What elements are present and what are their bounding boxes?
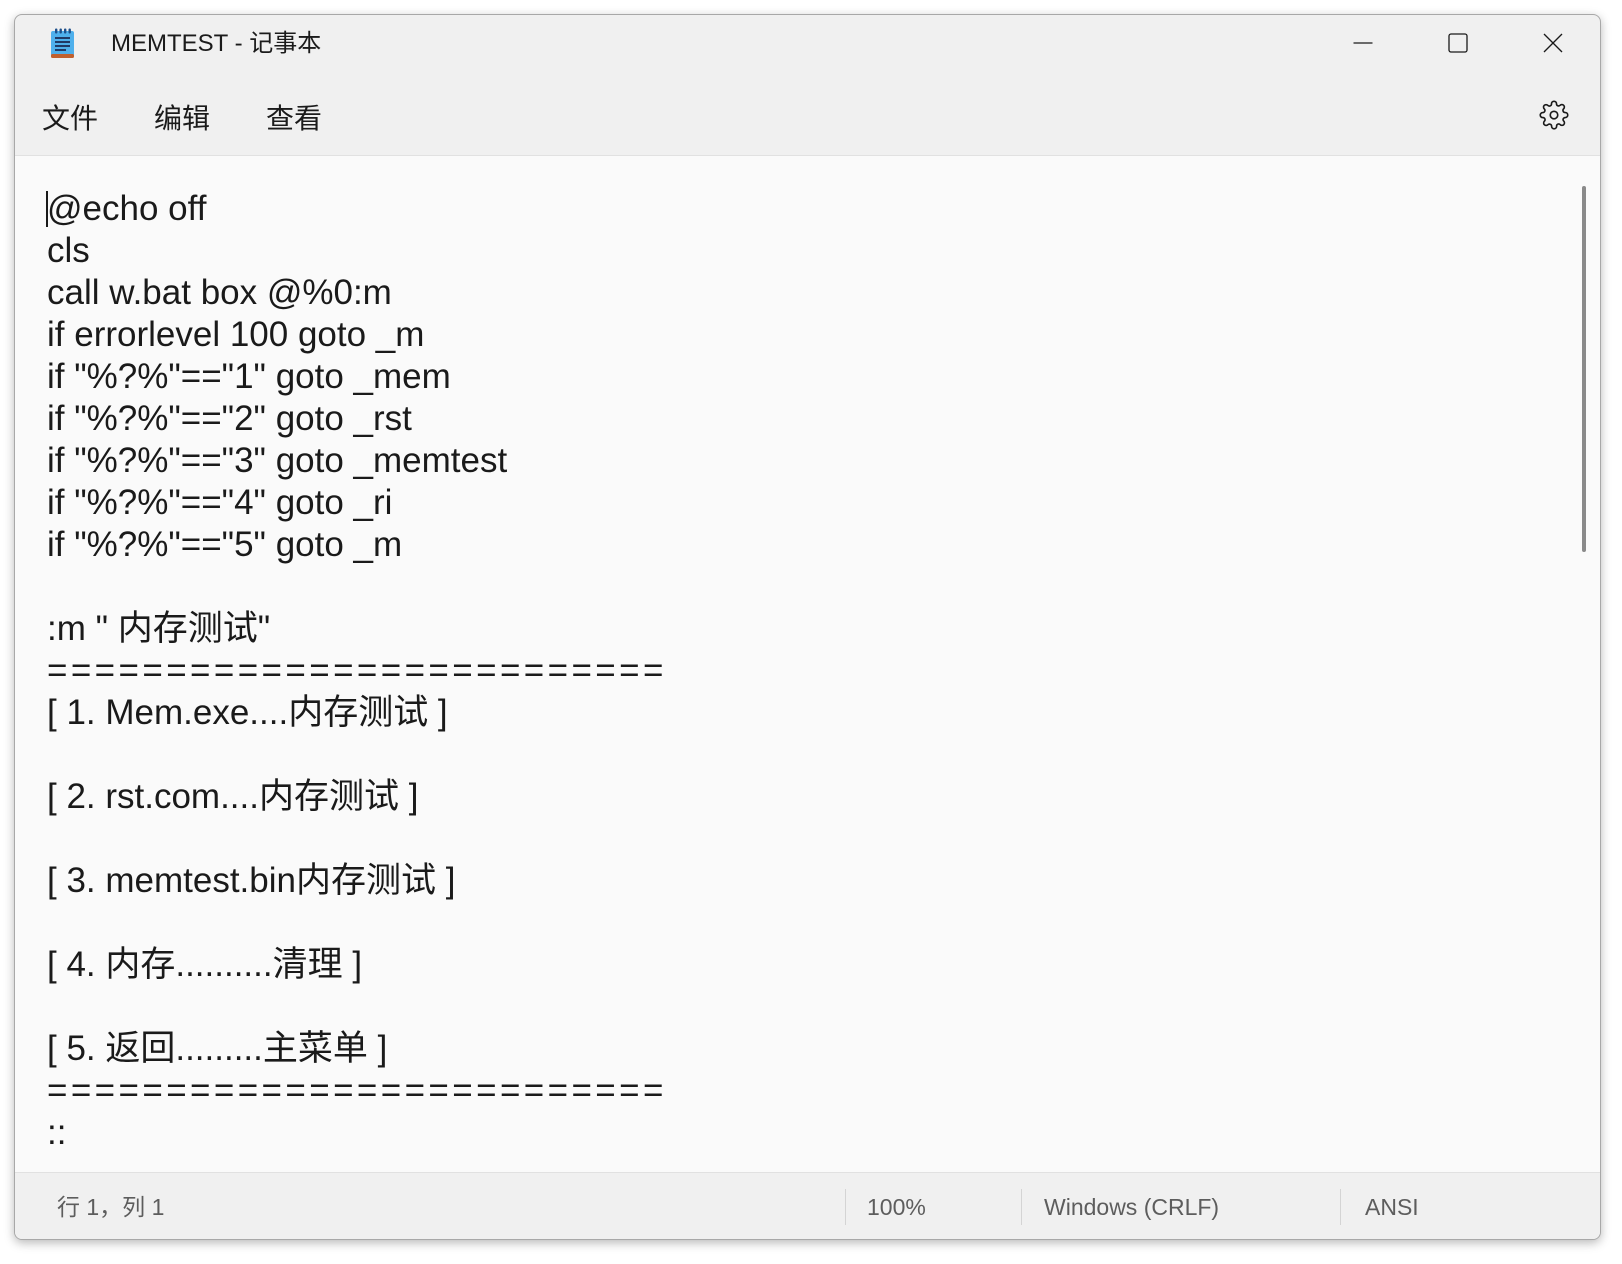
editor-line[interactable]: call w.bat box @%0:m: [47, 272, 1600, 314]
gear-icon-teeth: [1539, 100, 1569, 130]
status-separator: [1340, 1189, 1341, 1225]
notepad-icon-ring: [59, 28, 62, 34]
gear-icon-hub: [1549, 110, 1559, 120]
maximize-button[interactable]: [1410, 15, 1505, 71]
gear-icon: [1539, 100, 1569, 130]
window-controls: [1315, 15, 1600, 71]
window-title: MEMTEST - 记事本: [111, 30, 322, 57]
maximize-icon-stroke: [1447, 33, 1468, 53]
editor-line[interactable]: if "%?%"=="2" goto _rst: [47, 398, 1600, 440]
settings-button[interactable]: [1534, 95, 1574, 135]
editor-line[interactable]: [ 5. 返回.........主菜单 ]: [47, 1028, 1600, 1070]
editor-line[interactable]: cls: [47, 230, 1600, 272]
editor-line[interactable]: [ 2. rst.com....内存测试 ]: [47, 776, 1600, 818]
notepad-window: MEMTEST - 记事本 文件 编辑 查看 @echo off cls cal…: [14, 14, 1601, 1240]
editor-line[interactable]: ==========================: [47, 650, 1600, 692]
text-cursor: [46, 191, 48, 227]
editor-line[interactable]: [47, 734, 1600, 776]
menu-bar: 文件 编辑 查看: [15, 79, 1600, 155]
editor-line[interactable]: [47, 902, 1600, 944]
editor-line[interactable]: [47, 566, 1600, 608]
maximize-icon: [1447, 33, 1468, 53]
editor-line[interactable]: @echo off: [47, 188, 1600, 230]
notepad-icon-line: [55, 41, 70, 43]
editor-line[interactable]: if "%?%"=="5" goto _m: [47, 524, 1600, 566]
vertical-scrollbar-thumb[interactable]: [1582, 186, 1586, 552]
status-separator: [1021, 1189, 1022, 1225]
notepad-icon-graphic: [51, 28, 74, 58]
notepad-icon-ring: [55, 28, 58, 34]
editor-line[interactable]: [47, 818, 1600, 860]
minimize-button[interactable]: [1315, 15, 1410, 71]
notepad-icon-ring: [68, 28, 71, 34]
status-encoding: ANSI: [1365, 1194, 1419, 1220]
notepad-icon-base: [51, 54, 74, 58]
notepad-icon-line: [55, 37, 70, 39]
editor-line[interactable]: if "%?%"=="1" goto _mem: [47, 356, 1600, 398]
menu-edit[interactable]: 编辑: [140, 93, 224, 145]
title-bar[interactable]: MEMTEST - 记事本: [15, 15, 1600, 79]
editor-line[interactable]: if "%?%"=="3" goto _memtest: [47, 440, 1600, 482]
text-editor[interactable]: @echo off cls call w.bat box @%0:m if er…: [15, 155, 1600, 1172]
editor-line[interactable]: :m " 内存测试": [47, 608, 1600, 650]
editor-line[interactable]: [ 4. 内存..........清理 ]: [47, 944, 1600, 986]
status-separator: [845, 1189, 846, 1225]
notepad-icon-line: [55, 45, 70, 47]
menu-file[interactable]: 文件: [28, 93, 112, 145]
editor-line[interactable]: if errorlevel 100 goto _m: [47, 314, 1600, 356]
menu-view[interactable]: 查看: [252, 93, 336, 145]
notepad-icon-line: [55, 49, 66, 51]
notepad-icon-ring: [64, 28, 67, 34]
notepad-icon-body: [51, 31, 74, 56]
notepad-icon: [49, 28, 76, 59]
editor-line[interactable]: [ 1. Mem.exe....内存测试 ]: [47, 692, 1600, 734]
status-cursor-position: 行 1，列 1: [57, 1194, 165, 1220]
close-button[interactable]: [1505, 15, 1600, 71]
editor-line[interactable]: [ 3. memtest.bin内存测试 ]: [47, 860, 1600, 902]
editor-line[interactable]: ::: [47, 1112, 1600, 1154]
minimize-icon: [1353, 42, 1372, 44]
status-zoom: 100%: [867, 1194, 926, 1220]
editor-line[interactable]: if "%?%"=="4" goto _ri: [47, 482, 1600, 524]
close-icon: [1543, 33, 1562, 53]
status-bar: 行 1，列 1 100% Windows (CRLF) ANSI: [15, 1172, 1600, 1239]
editor-line[interactable]: ==========================: [47, 1070, 1600, 1112]
editor-line[interactable]: [47, 986, 1600, 1028]
status-line-ending: Windows (CRLF): [1044, 1194, 1220, 1220]
